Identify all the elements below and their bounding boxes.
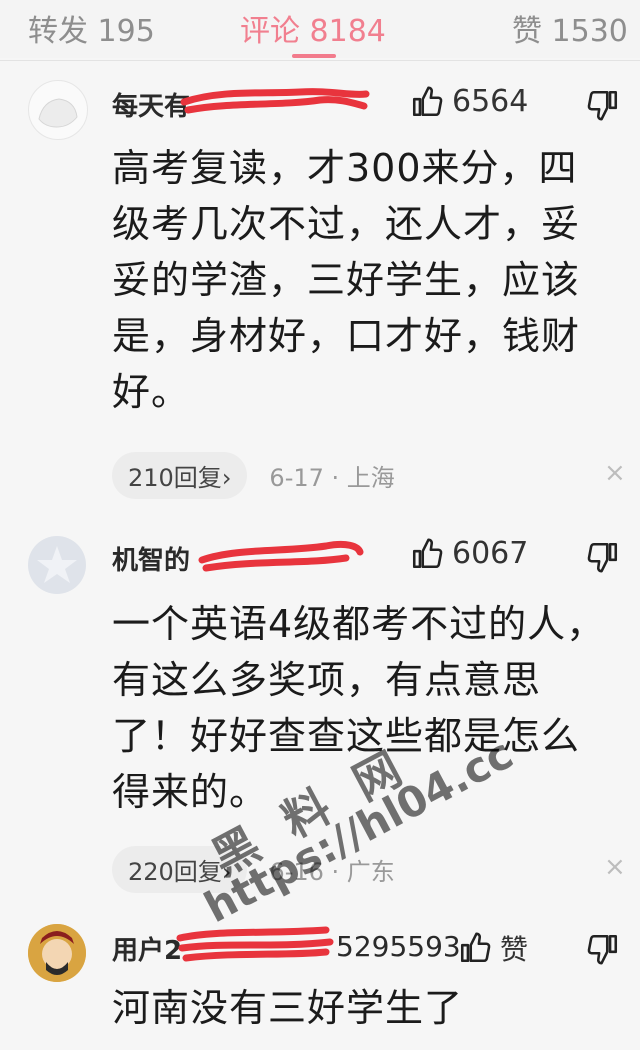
comment-date-location: 6-17 · 上海 — [269, 464, 395, 492]
thumbs-up-icon — [412, 538, 443, 568]
username[interactable]: 机智的 — [112, 540, 190, 577]
comment-text: 高考复读，才300来分，四级考几次不过，还人才，妥妥的学渣，三好学生，应该是，身… — [112, 146, 581, 414]
thumbs-down-icon[interactable] — [586, 932, 620, 966]
like-button[interactable]: 赞 — [458, 928, 528, 968]
like-button[interactable]: 6564 — [410, 84, 528, 119]
redaction-scribble — [176, 926, 334, 962]
close-icon[interactable]: × — [604, 852, 626, 882]
thumbs-up-icon — [460, 932, 491, 963]
like-label: 赞 — [500, 933, 529, 966]
username-tail: 5295593 — [336, 930, 461, 963]
like-button[interactable]: 6067 — [410, 536, 528, 571]
reply-count-button[interactable]: 210回复› — [112, 452, 248, 499]
avatar[interactable] — [28, 924, 86, 982]
thumbs-down-icon[interactable] — [586, 540, 620, 574]
comment-date-location: 6-16 · 广东 — [269, 858, 395, 886]
reply-count-button[interactable]: 220回复› — [112, 846, 248, 893]
reply-count: 210回复 — [128, 464, 222, 492]
redaction-scribble — [180, 88, 370, 114]
comment-meta: 220回复› 6-16 · 广东 — [112, 846, 395, 893]
avatar[interactable] — [28, 536, 86, 594]
thumbs-down-icon[interactable] — [586, 88, 620, 122]
redaction-scribble — [198, 540, 364, 572]
active-tab-indicator — [292, 54, 336, 58]
comment-text: 河南没有三好学生了 — [112, 986, 464, 1030]
like-count: 6564 — [452, 84, 529, 119]
tab-repost[interactable]: 转发 195 — [28, 6, 155, 50]
comment-tabs: 转发 195 评论 8184 赞 1530 — [0, 0, 640, 58]
avatar[interactable] — [28, 80, 88, 140]
username[interactable]: 用户2 — [112, 930, 182, 967]
username[interactable]: 每天有 — [112, 86, 190, 123]
tab-likes[interactable]: 赞 1530 — [512, 6, 628, 50]
comment-text: 一个英语4级都考不过的人，有这么多奖项，有点意思了！好好查查这些都是怎么得来的。 — [112, 602, 606, 814]
reply-count: 220回复 — [128, 858, 222, 886]
divider — [0, 60, 640, 61]
like-count: 6067 — [452, 536, 529, 571]
thumbs-up-icon — [412, 86, 443, 116]
close-icon[interactable]: × — [604, 458, 626, 488]
tab-comments[interactable]: 评论 8184 — [240, 6, 386, 50]
comment-meta: 210回复› 6-17 · 上海 — [112, 452, 395, 499]
chevron-right-icon: › — [221, 464, 232, 492]
chevron-right-icon: › — [221, 858, 232, 886]
